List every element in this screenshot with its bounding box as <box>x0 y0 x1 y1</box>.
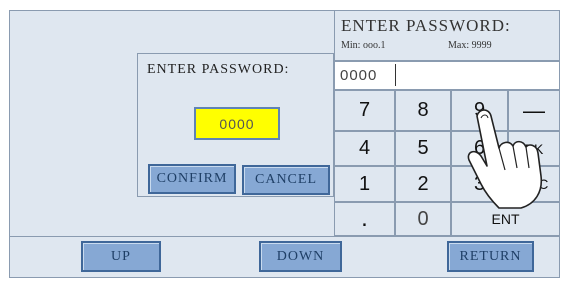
keypad-min-label: Min: ooo.1 <box>341 40 386 51</box>
keypad-entry-value: 0000 <box>340 67 378 84</box>
key-8[interactable]: 8 <box>395 90 451 131</box>
key-2[interactable]: 2 <box>395 166 451 202</box>
key-1[interactable]: 1 <box>334 166 395 202</box>
password-input[interactable]: 0000 <box>194 107 280 140</box>
up-button[interactable]: UP <box>81 241 161 272</box>
dialog-title: ENTER PASSWORD: <box>147 62 290 77</box>
text-caret <box>395 64 396 86</box>
return-button[interactable]: RETURN <box>447 241 534 272</box>
confirm-button[interactable]: CONFIRM <box>148 164 236 194</box>
keypad-title: ENTER PASSWORD: <box>341 16 511 35</box>
key-5[interactable]: 5 <box>395 131 451 166</box>
cancel-button[interactable]: CANCEL <box>242 165 330 195</box>
key-decimal-point[interactable]: . <box>334 202 395 236</box>
key-4[interactable]: 4 <box>334 131 395 166</box>
keypad-max-label: Max: 9999 <box>448 40 492 51</box>
down-button[interactable]: DOWN <box>259 241 342 272</box>
pointing-hand-icon <box>467 109 543 209</box>
key-7[interactable]: 7 <box>334 90 395 131</box>
key-0[interactable]: 0 <box>395 202 451 236</box>
